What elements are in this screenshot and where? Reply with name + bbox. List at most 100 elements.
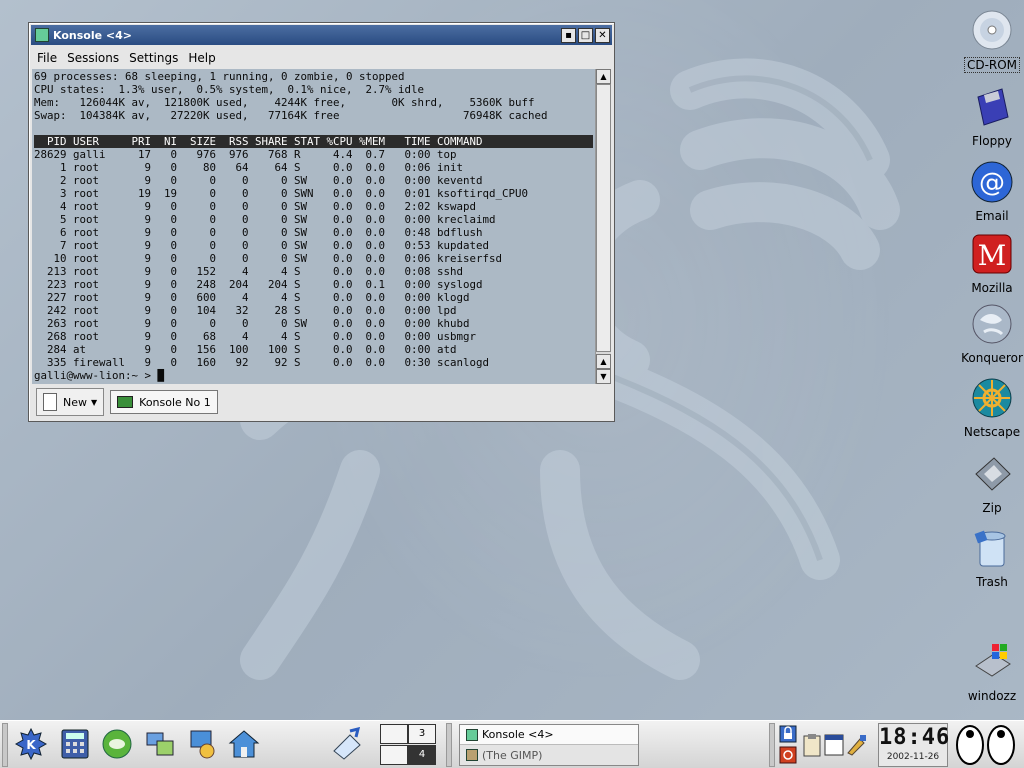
close-button[interactable]: ✕ <box>595 27 610 43</box>
task-label: Konsole <4> <box>482 728 554 741</box>
terminal-line: 1 root 9 0 80 64 64 S 0.0 0.0 0:06 init <box>34 161 464 174</box>
desktop-icon-floppy[interactable]: Floppy <box>957 85 1024 148</box>
terminal-line: 223 root 9 0 248 204 204 S 0.0 0.1 0:00 … <box>34 278 483 291</box>
terminal-line: 6 root 9 0 0 0 0 SW 0.0 0.0 0:48 bdflush <box>34 226 483 239</box>
desktop-icon-label: Mozilla <box>971 281 1013 295</box>
scroll-down-arrow-icon[interactable]: ▼ <box>596 369 611 384</box>
desktop-icon-mozilla[interactable]: M Mozilla <box>957 232 1024 295</box>
session-tabbar: New ▼ Konsole No 1 <box>32 386 611 418</box>
task-gimp[interactable]: (The GIMP) <box>460 745 638 765</box>
konsole-app-icon[interactable] <box>35 28 49 42</box>
floppy-icon <box>977 88 1009 126</box>
terminal-line: 242 root 9 0 104 32 28 S 0.0 0.0 0:00 lp… <box>34 304 457 317</box>
terminal-line: Swap: 104384K av, 27220K used, 77164K fr… <box>34 109 548 122</box>
lock-screen-icon[interactable] <box>779 725 797 743</box>
terminal-line: 268 root 9 0 68 4 4 S 0.0 0.0 0:00 usbmg… <box>34 330 477 343</box>
calculator-icon[interactable] <box>58 727 92 761</box>
pager-desktop-3[interactable]: 3 <box>408 724 436 744</box>
scroll-up-arrow-lower-icon[interactable]: ▲ <box>596 354 611 369</box>
desktop-icon-windozz[interactable]: windozz <box>947 640 1024 703</box>
desktop-icon-label: Floppy <box>972 134 1012 148</box>
desktop-icon-konqueror[interactable]: Konqueror <box>957 302 1024 365</box>
home-icon[interactable] <box>227 727 261 761</box>
desktop-icon-zip[interactable]: Zip <box>957 452 1024 515</box>
terminal-scrollbar[interactable]: ▲ ▲ ▼ <box>595 69 611 384</box>
scroll-up-arrow-icon[interactable]: ▲ <box>596 69 611 84</box>
desktop-icon-trash[interactable]: Trash <box>957 526 1024 589</box>
kde-panel: K 3 4 Konsole <4> (The GIMP) 18:46 2002-… <box>0 720 1024 768</box>
suse-icon[interactable] <box>100 727 134 761</box>
new-session-button[interactable]: New ▼ <box>36 388 105 416</box>
terminal-area: 69 processes: 68 sleeping, 1 running, 0 … <box>32 69 611 384</box>
terminal-line: 4 root 9 0 0 0 0 SW 0.0 0.0 2:02 kswapd <box>34 200 477 213</box>
panel-clock[interactable]: 18:46 2002-11-26 <box>878 723 951 767</box>
panel-handle[interactable] <box>769 723 775 767</box>
desktop-icon-label: Konqueror <box>961 351 1023 365</box>
panel-handle[interactable] <box>446 723 452 767</box>
terminal-line: 28629 galli 17 0 976 976 768 R 4.4 0.7 0… <box>34 148 457 161</box>
pager-desktop-4[interactable]: 4 <box>408 745 436 765</box>
clock-time: 18:46 <box>879 725 951 750</box>
svg-text:K: K <box>26 738 36 752</box>
desktop-icon-label: windozz <box>967 689 1017 703</box>
terminal-line: CPU states: 1.3% user, 0.5% system, 0.1%… <box>34 83 425 96</box>
menubar: File Sessions Settings Help <box>29 47 614 68</box>
windozz-icon <box>975 644 1011 677</box>
terminal-line: 213 root 9 0 152 4 4 S 0.0 0.0 0:08 sshd <box>34 265 464 278</box>
gimp-task-icon <box>466 749 478 761</box>
calendar-icon[interactable] <box>824 733 844 757</box>
pager-desktop-2[interactable] <box>380 745 408 765</box>
terminal-output[interactable]: 69 processes: 68 sleeping, 1 running, 0 … <box>32 69 595 384</box>
kde-menu-icon[interactable]: K <box>14 727 48 761</box>
window-titlebar[interactable]: Konsole <4> ▪ □ ✕ <box>31 25 612 45</box>
terminal-line: 263 root 9 0 0 0 0 SW 0.0 0.0 0:00 khubd <box>34 317 470 330</box>
desktop-icon-cdrom[interactable]: CD-ROM <box>957 8 1024 73</box>
desktop-icon-label: Zip <box>982 501 1002 515</box>
kcontrol-icon[interactable] <box>185 727 219 761</box>
session-tab-label: Konsole No 1 <box>139 395 211 409</box>
logout-icon[interactable] <box>779 746 797 764</box>
clipboard-icon[interactable] <box>802 733 822 757</box>
menu-sessions[interactable]: Sessions <box>67 51 119 65</box>
maximize-button[interactable]: □ <box>578 27 593 43</box>
terminal-line: 7 root 9 0 0 0 0 SW 0.0 0.0 0:53 kupdate… <box>34 239 490 252</box>
mozilla-icon: M <box>972 234 1012 274</box>
desktop-icon-email[interactable]: @ Email <box>957 160 1024 223</box>
new-session-label: New <box>63 395 87 409</box>
task-label: (The GIMP) <box>482 748 543 762</box>
minimize-button[interactable]: ▪ <box>561 27 576 43</box>
terminal-line: 69 processes: 68 sleeping, 1 running, 0 … <box>34 70 405 83</box>
scroll-thumb[interactable] <box>596 84 611 352</box>
menu-settings[interactable]: Settings <box>129 51 178 65</box>
terminal-line: 227 root 9 0 600 4 4 S 0.0 0.0 0:00 klog… <box>34 291 470 304</box>
network-icon[interactable] <box>143 727 177 761</box>
konqueror-icon <box>972 304 1012 344</box>
terminal-line: galli@www-lion:~ > █ <box>34 369 165 382</box>
session-tab-konsole-no-1[interactable]: Konsole No 1 <box>110 390 218 414</box>
kodo-eyes-icon <box>956 725 1015 765</box>
process-table-header: PID USER PRI NI SIZE RSS SHARE STAT %CPU… <box>34 135 593 148</box>
cdrom-icon <box>972 10 1012 50</box>
desktop-icon-label: Netscape <box>963 425 1021 439</box>
desktop-icon-label: CD-ROM <box>963 57 1021 73</box>
paint-icon[interactable] <box>846 733 868 757</box>
virtual-desktop-pager: 3 4 <box>380 724 438 766</box>
terminal-line: 2 root 9 0 0 0 0 SW 0.0 0.0 0:00 keventd <box>34 174 483 187</box>
panel-handle[interactable] <box>2 723 8 767</box>
terminal-line: 10 root 9 0 0 0 0 SW 0.0 0.0 0:06 kreise… <box>34 252 503 265</box>
desktop-access-icon[interactable] <box>330 727 364 761</box>
terminal-monitor-icon <box>117 396 134 408</box>
taskbar: Konsole <4> (The GIMP) <box>459 724 639 766</box>
clock-date: 2002-11-26 <box>886 752 940 762</box>
task-konsole[interactable]: Konsole <4> <box>460 725 638 745</box>
new-document-icon <box>43 393 57 411</box>
menu-help[interactable]: Help <box>188 51 215 65</box>
svg-text:M: M <box>978 239 1007 272</box>
desktop-icon-netscape[interactable]: Netscape <box>957 376 1024 439</box>
menu-file[interactable]: File <box>37 51 57 65</box>
zip-icon <box>975 457 1011 491</box>
desktop-icon-label: Trash <box>976 575 1008 589</box>
pager-desktop-1[interactable] <box>380 724 408 744</box>
trash-icon <box>974 530 1006 567</box>
